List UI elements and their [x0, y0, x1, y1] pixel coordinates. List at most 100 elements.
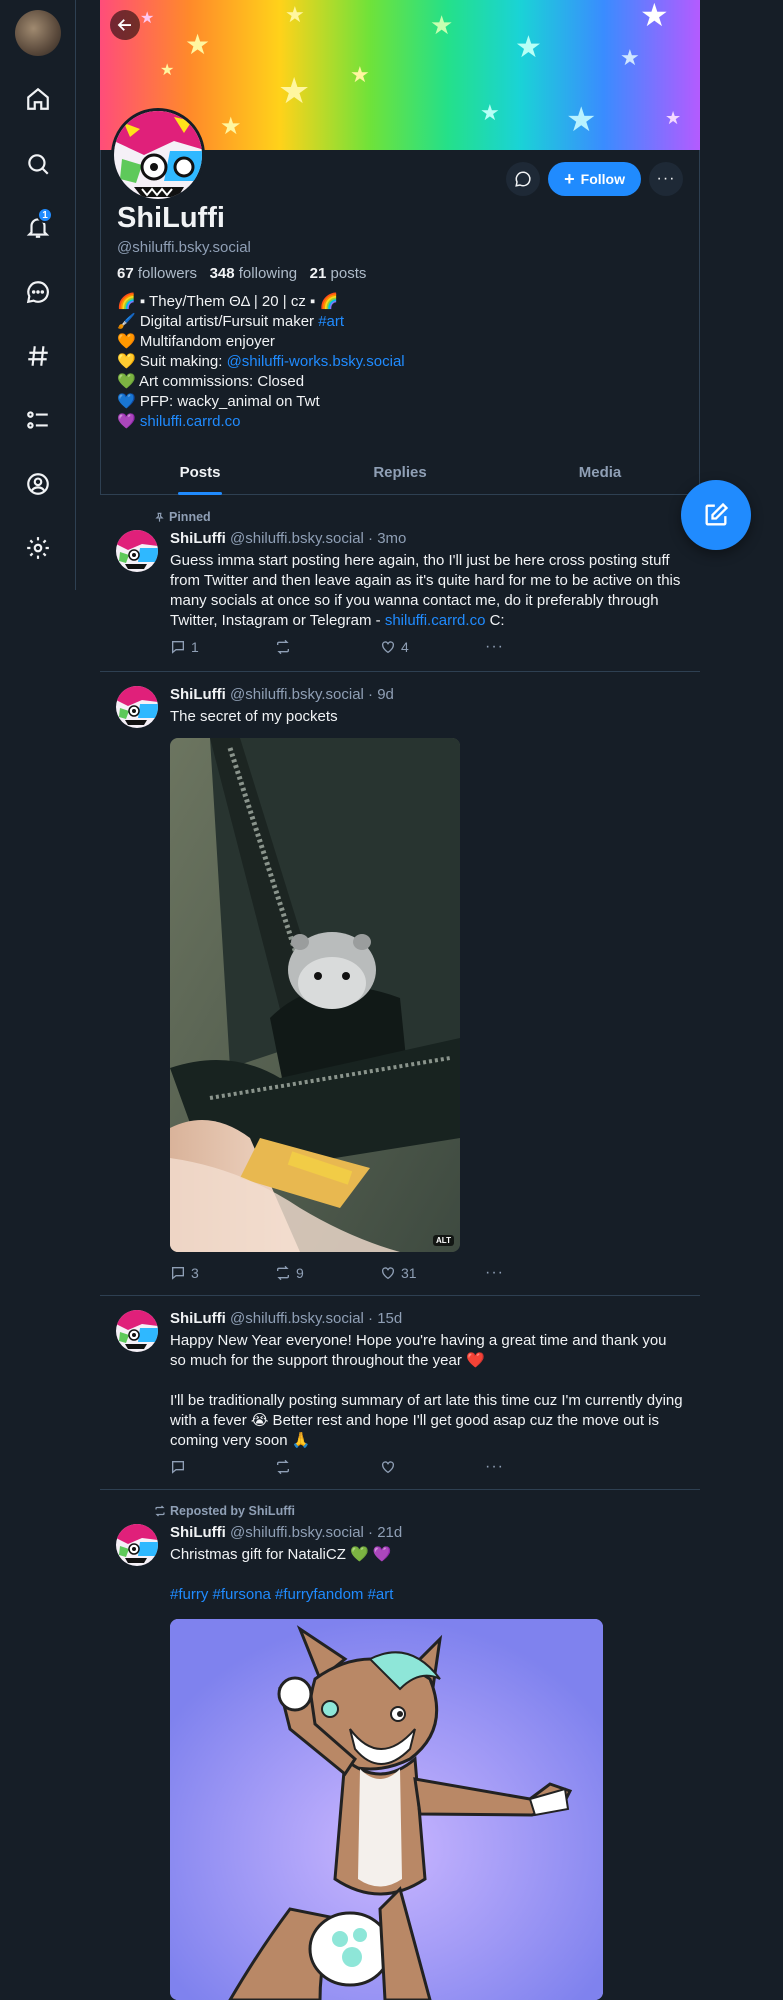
post-author-avatar[interactable]: [116, 530, 158, 572]
repost-icon: [277, 1459, 289, 1475]
repost-button[interactable]: 9: [275, 1264, 380, 1282]
star-decoration: ★: [350, 62, 370, 87]
feed-post[interactable]: ShiLuffi @shiluffi.bsky.social · 15d Hap…: [100, 1296, 700, 1490]
post-header: ShiLuffi @shiluffi.bsky.social · 3mo: [170, 530, 406, 547]
follow-button[interactable]: + Follow: [548, 162, 641, 196]
post-meta: @shiluffi.bsky.social · 15d: [230, 1310, 403, 1327]
mention-link[interactable]: @shiluffi-works.bsky.social: [227, 353, 405, 370]
star-decoration: ★: [185, 29, 211, 60]
star-decoration: ★: [640, 0, 669, 33]
plus-icon: +: [564, 169, 575, 189]
post-author-avatar[interactable]: [116, 686, 158, 728]
heart-icon: [382, 1267, 394, 1280]
posts-count: 21 posts: [309, 265, 367, 282]
pinned-label: Pinned: [154, 510, 211, 524]
post-image-fursona-art[interactable]: [170, 1619, 603, 2000]
star-decoration: ★: [278, 70, 311, 111]
ellipsis-icon: ···: [485, 1458, 504, 1475]
left-nav: 1: [0, 0, 76, 590]
bio-line: 🌈 ▪ They/Them ΘΔ | 20 | cz ▪ 🌈: [117, 293, 339, 310]
settings-gear-icon[interactable]: [20, 530, 56, 566]
star-decoration: ★: [515, 31, 542, 64]
reply-button[interactable]: [170, 1458, 275, 1476]
repost-button[interactable]: [275, 1458, 380, 1476]
repost-icon: [155, 1505, 165, 1517]
lists-icon[interactable]: [20, 402, 56, 438]
post-author-name[interactable]: ShiLuffi: [170, 1310, 226, 1327]
profile-header: + Follow ··· ShiLuffi @shiluffi.bsky.soc…: [100, 108, 700, 495]
profile-actions: + Follow ···: [506, 162, 683, 196]
alt-text-badge[interactable]: ALT: [433, 1235, 454, 1246]
like-button[interactable]: [380, 1458, 485, 1476]
website-link[interactable]: shiluffi.carrd.co: [140, 413, 241, 430]
chat-icon: [515, 171, 531, 187]
star-decoration: ★: [285, 2, 305, 27]
current-user-avatar[interactable]: [15, 10, 61, 56]
repost-icon: [277, 1265, 289, 1281]
reply-button[interactable]: 3: [170, 1264, 275, 1282]
feed-post[interactable]: Pinned ShiLuffi @shiluffi.bsky.social · …: [100, 496, 700, 672]
profile-bio: 🌈 ▪ They/Them ΘΔ | 20 | cz ▪ 🌈 🖌️ Digita…: [117, 292, 405, 432]
post-author-name[interactable]: ShiLuffi: [170, 530, 226, 547]
home-icon[interactable]: [20, 81, 56, 117]
feed-post[interactable]: Reposted by ShiLuffi ShiLuffi @shiluffi.…: [100, 1490, 700, 2000]
heart-icon: [382, 1461, 394, 1474]
like-button[interactable]: 4: [380, 638, 485, 656]
star-decoration: ★: [430, 10, 454, 40]
star-decoration: ★: [480, 100, 500, 125]
star-decoration: ★: [140, 10, 155, 27]
like-button[interactable]: 31: [380, 1264, 485, 1282]
hashtag-links[interactable]: #furry #fursona #furryfandom #art: [170, 1585, 685, 1605]
reply-bubble-icon: [172, 641, 184, 654]
post-text: The secret of my pockets: [170, 708, 338, 725]
hashtag-feeds-icon[interactable]: [20, 338, 56, 374]
tab-posts[interactable]: Posts: [100, 455, 300, 494]
reply-button[interactable]: 1: [170, 638, 275, 656]
pin-icon: [155, 512, 164, 522]
chat-icon[interactable]: [20, 274, 56, 310]
follow-label: Follow: [580, 171, 625, 187]
heart-icon: [382, 641, 394, 654]
back-button[interactable]: [110, 10, 140, 40]
post-meta: @shiluffi.bsky.social · 9d: [230, 686, 394, 703]
post-author-name[interactable]: ShiLuffi: [170, 1524, 226, 1541]
profile-icon[interactable]: [20, 466, 56, 502]
post-actions: ···: [170, 1458, 590, 1476]
tab-media[interactable]: Media: [500, 455, 700, 494]
post-header: ShiLuffi @shiluffi.bsky.social · 21d: [170, 1524, 402, 1541]
post-more-button[interactable]: ···: [485, 638, 590, 656]
post-text: Guess imma start posting here again, tho…: [170, 552, 681, 629]
post-author-avatar[interactable]: [116, 1310, 158, 1352]
profile-tabs: Posts Replies Media: [100, 455, 700, 495]
followers-link[interactable]: 67 followers: [117, 265, 197, 282]
ellipsis-icon: ···: [485, 1264, 504, 1281]
post-actions: 1 4 ···: [170, 638, 590, 656]
post-text: Christmas gift for NataliCZ 💚 💜 #furry #…: [170, 1545, 685, 1605]
repost-button[interactable]: [275, 638, 380, 656]
bio-line: 💛 Suit making: @shiluffi-works.bsky.soci…: [117, 353, 405, 370]
website-link[interactable]: shiluffi.carrd.co: [385, 612, 486, 629]
tab-replies[interactable]: Replies: [300, 455, 500, 494]
post-image-hamster-pocket[interactable]: ALT: [170, 738, 460, 1252]
post-header: ShiLuffi @shiluffi.bsky.social · 15d: [170, 1310, 402, 1327]
post-actions: 3 9 31 ···: [170, 1264, 590, 1282]
post-more-button[interactable]: ···: [485, 1458, 590, 1476]
pencil-square-icon: [705, 502, 729, 526]
notifications-icon[interactable]: 1: [20, 207, 56, 245]
feed-post[interactable]: ShiLuffi @shiluffi.bsky.social · 9d The …: [100, 672, 700, 1296]
repost-context-label: Reposted by ShiLuffi: [154, 1504, 295, 1518]
bio-line: 🧡 Multifandom enjoyer: [117, 333, 275, 350]
post-meta: @shiluffi.bsky.social · 21d: [230, 1524, 403, 1541]
hashtag-link[interactable]: #art: [318, 313, 344, 330]
bio-line: 🖌️ Digital artist/Fursuit maker #art: [117, 313, 345, 330]
search-icon[interactable]: [20, 146, 56, 182]
more-options-button[interactable]: ···: [649, 162, 683, 196]
message-button[interactable]: [506, 162, 541, 196]
following-link[interactable]: 348 following: [210, 265, 298, 282]
post-author-avatar[interactable]: [116, 1524, 158, 1566]
bio-line: 💜 shiluffi.carrd.co: [117, 413, 241, 430]
post-author-name[interactable]: ShiLuffi: [170, 686, 226, 703]
post-text: Happy New Year everyone! Hope you're hav…: [170, 1332, 683, 1449]
post-more-button[interactable]: ···: [485, 1264, 590, 1282]
profile-avatar[interactable]: [111, 108, 205, 202]
